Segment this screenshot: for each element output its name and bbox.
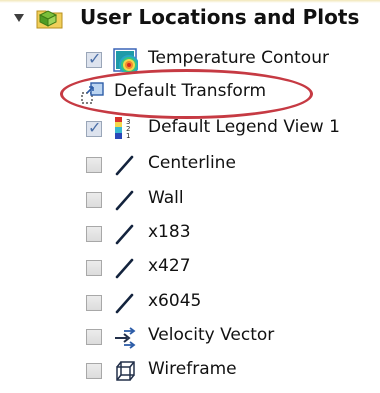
wireframe-icon bbox=[116, 361, 135, 381]
visibility-checkbox[interactable] bbox=[86, 226, 102, 242]
tree-item-x427[interactable]: x427 bbox=[0, 254, 380, 282]
visibility-checkbox[interactable] bbox=[86, 157, 102, 173]
visibility-checkbox[interactable] bbox=[86, 329, 102, 345]
tree-item-label: Velocity Vector bbox=[148, 325, 275, 345]
user-locations-folder-icon bbox=[36, 10, 63, 29]
tree-item-label: x6045 bbox=[148, 291, 202, 311]
tree-root-label[interactable]: User Locations and Plots bbox=[80, 5, 359, 29]
checkmark-icon: ✓ bbox=[88, 118, 102, 137]
visibility-checkbox[interactable]: ✓ bbox=[86, 49, 102, 68]
expand-arrow-icon[interactable] bbox=[14, 14, 24, 22]
svg-text:1: 1 bbox=[126, 132, 130, 140]
visibility-checkbox[interactable]: ✓ bbox=[86, 118, 102, 137]
visibility-checkbox[interactable] bbox=[86, 295, 102, 311]
legend-icon: 3 2 1 bbox=[115, 117, 130, 140]
tree-item-label: x427 bbox=[148, 256, 191, 276]
tree-item-label: Wall bbox=[148, 188, 184, 208]
tree-item-velocity-vector[interactable]: Velocity Vector bbox=[0, 323, 380, 351]
tree-item-label: Centerline bbox=[148, 153, 236, 173]
tree-item-label: Wireframe bbox=[148, 359, 237, 379]
line-icon bbox=[115, 155, 134, 176]
line-icon bbox=[115, 293, 134, 314]
visibility-checkbox[interactable] bbox=[86, 260, 102, 276]
vector-icon bbox=[115, 327, 136, 349]
tree-item-wall[interactable]: Wall bbox=[0, 186, 380, 214]
contour-icon bbox=[113, 48, 138, 72]
line-icon bbox=[115, 190, 134, 211]
tree-item-label: x183 bbox=[148, 222, 191, 242]
tree-item-x6045[interactable]: x6045 bbox=[0, 289, 380, 317]
tree-item-label: Default Legend View 1 bbox=[148, 117, 340, 137]
checkmark-icon: ✓ bbox=[88, 49, 102, 68]
tree-item-default-legend-view-1[interactable]: ✓ 3 2 1 Default Legend View 1 bbox=[0, 115, 380, 143]
line-icon bbox=[115, 258, 134, 279]
tree-root-row[interactable]: User Locations and Plots bbox=[0, 4, 380, 32]
tree-item-x183[interactable]: x183 bbox=[0, 220, 380, 248]
highlight-ellipse bbox=[60, 69, 313, 119]
tree-item-centerline[interactable]: Centerline bbox=[0, 151, 380, 179]
visibility-checkbox[interactable] bbox=[86, 363, 102, 379]
top-strip bbox=[0, 0, 380, 3]
tree-item-wireframe[interactable]: Wireframe bbox=[0, 357, 380, 385]
tree-item-label: Temperature Contour bbox=[148, 48, 329, 68]
visibility-checkbox[interactable] bbox=[86, 192, 102, 208]
line-icon bbox=[115, 224, 134, 245]
